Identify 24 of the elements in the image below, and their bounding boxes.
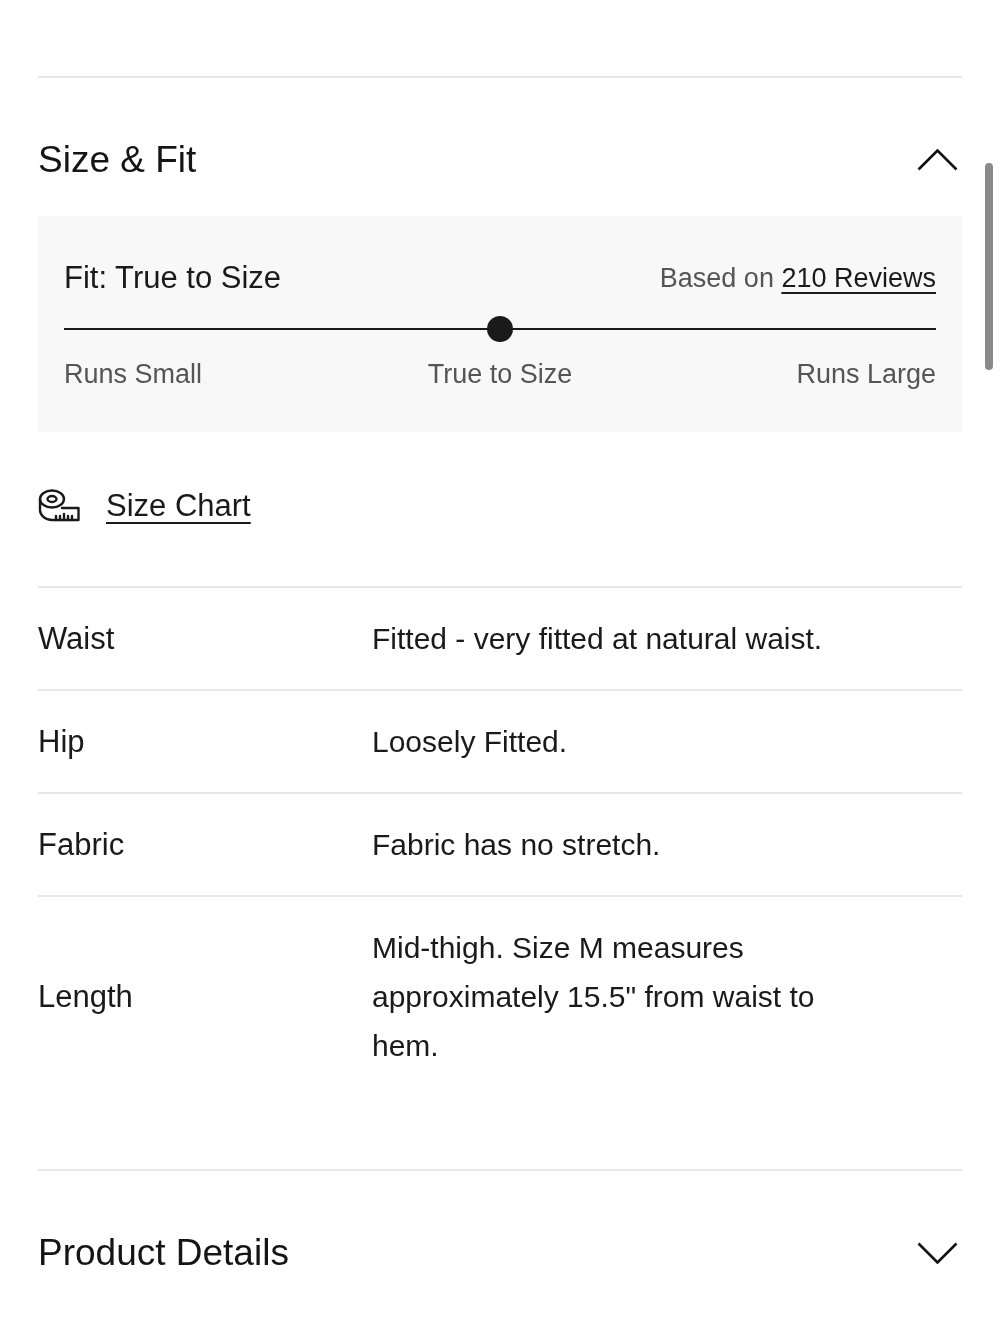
accordion-header[interactable]: Size & Fit bbox=[38, 78, 962, 178]
size-chart-link[interactable]: Size Chart bbox=[106, 488, 251, 524]
attribute-value: Loosely Fitted. bbox=[372, 724, 569, 760]
reviews-link[interactable]: 210 Reviews bbox=[781, 263, 936, 293]
chevron-down-icon[interactable] bbox=[917, 1242, 958, 1264]
attribute-label: Waist bbox=[38, 620, 115, 658]
reviews-summary: Based on 210 Reviews bbox=[659, 262, 936, 295]
fit-title: Fit: True to Size bbox=[64, 260, 282, 296]
attribute-label: Length bbox=[38, 978, 133, 1016]
accordion-header[interactable]: Product Details bbox=[38, 1171, 962, 1271]
chevron-up-icon[interactable] bbox=[917, 149, 958, 171]
attribute-value: Fabric has no stretch. bbox=[372, 827, 662, 863]
scale-label: True to Size bbox=[427, 358, 573, 390]
attribute-value: Fitted - very fitted at natural waist. bbox=[372, 621, 824, 657]
scrollbar-thumb[interactable] bbox=[985, 163, 993, 370]
tape-measure-icon bbox=[38, 489, 80, 523]
attribute-value: Mid-thigh. Size M measures approximately 15.5" from waist to hem. bbox=[372, 930, 816, 1064]
attribute-label: Fabric bbox=[38, 826, 125, 864]
fit-scale-thumb[interactable] bbox=[487, 316, 513, 342]
scale-label: Runs Small bbox=[64, 358, 203, 390]
attribute-label: Hip bbox=[38, 723, 85, 761]
scale-label: Runs Large bbox=[796, 358, 936, 390]
section-title: Size & Fit bbox=[38, 142, 197, 178]
section-title: Product Details bbox=[38, 1235, 289, 1271]
